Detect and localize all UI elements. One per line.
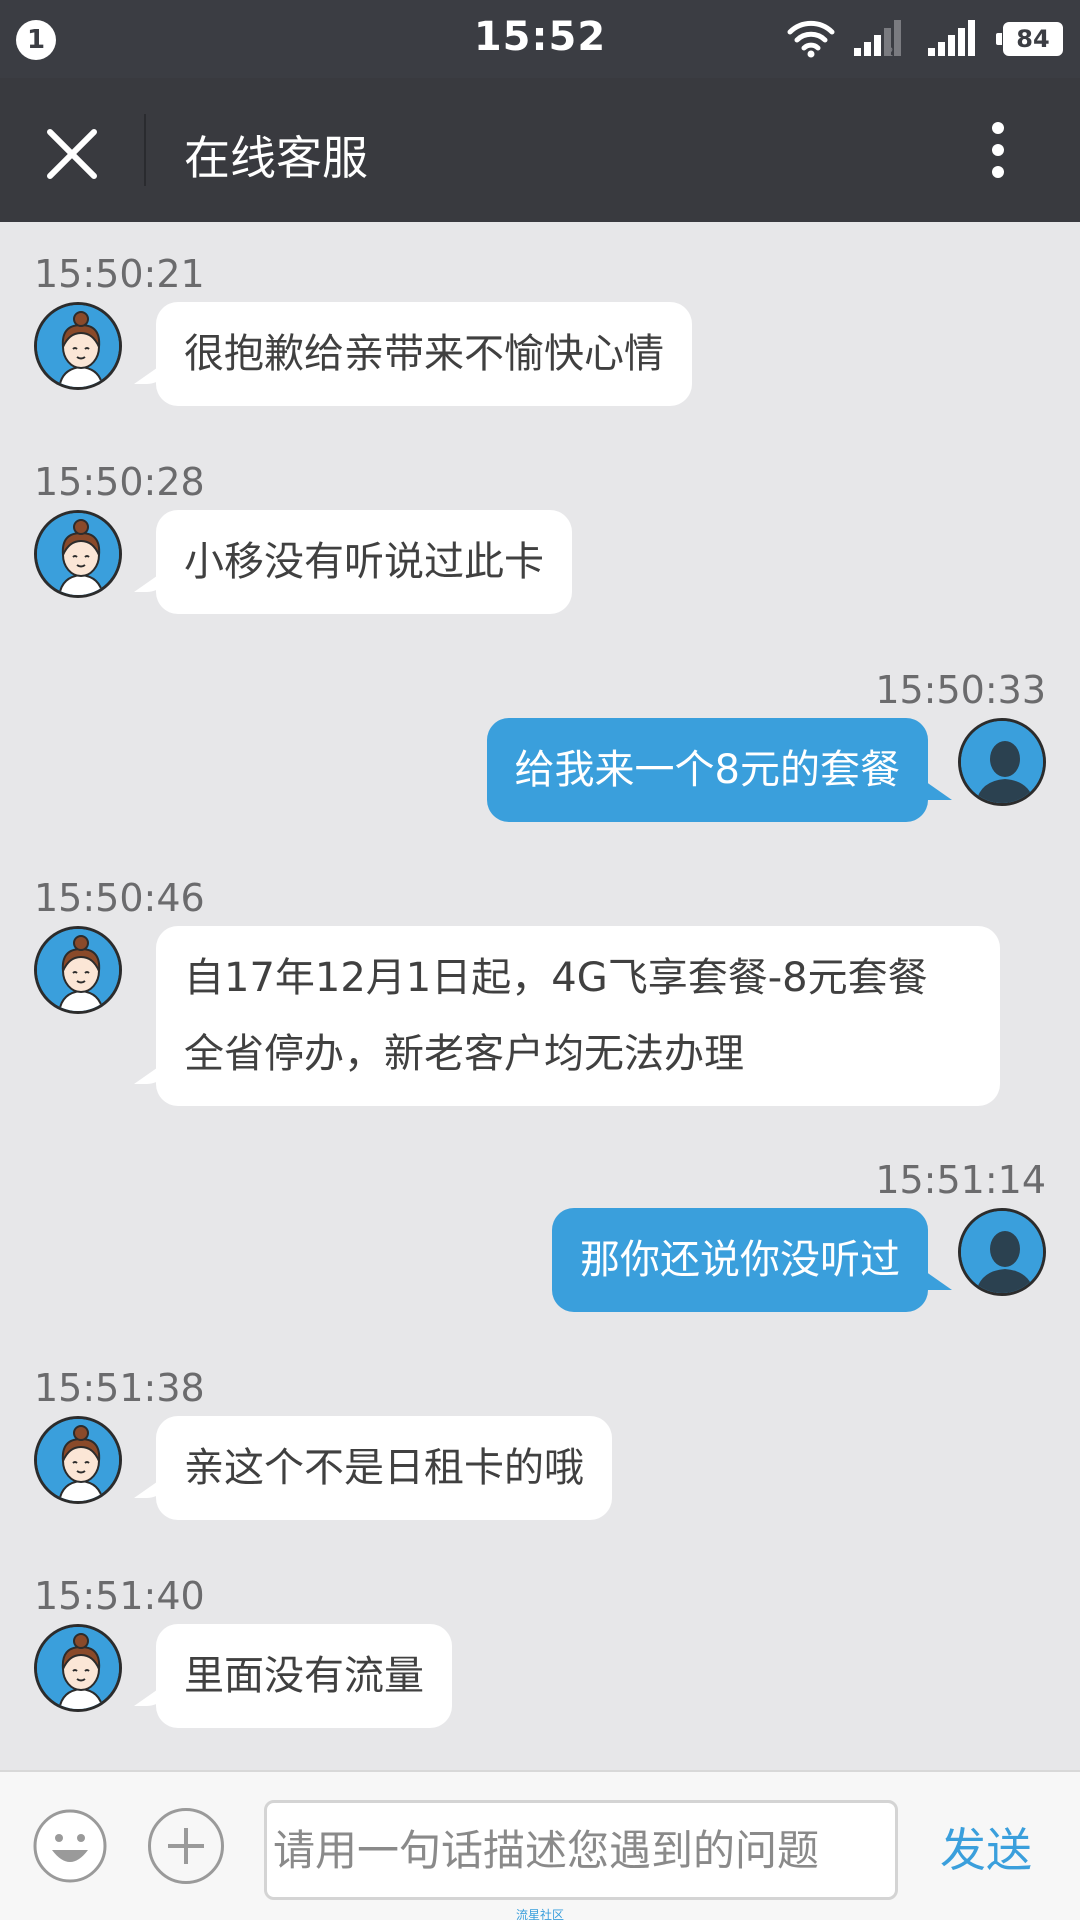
message-timestamp: 15:50:46 bbox=[34, 876, 205, 920]
more-vertical-icon[interactable] bbox=[968, 114, 1028, 186]
user-message-bubble: 那你还说你没听过 bbox=[552, 1208, 928, 1312]
agent-avatar bbox=[34, 1624, 122, 1712]
signal-sim2-icon: 2 bbox=[854, 20, 901, 58]
close-icon[interactable] bbox=[30, 112, 114, 196]
message-timestamp: 15:51:40 bbox=[34, 1574, 205, 1618]
user-message-bubble: 给我来一个8元的套餐 bbox=[486, 718, 928, 822]
message-timestamp: 15:50:33 bbox=[875, 668, 1046, 712]
agent-avatar bbox=[34, 302, 122, 390]
user-avatar bbox=[958, 718, 1046, 806]
agent-message-bubble: 很抱歉给亲带来不愉快心情 bbox=[156, 302, 692, 406]
page-title: 在线客服 bbox=[184, 131, 368, 185]
message-timestamp: 15:51:14 bbox=[875, 1158, 1046, 1202]
add-attachment-icon[interactable] bbox=[148, 1808, 224, 1884]
chat-area[interactable]: 15:50:21 很抱歉给亲带来不愉快心情 15:50:28 小移没有听说过此卡… bbox=[0, 222, 1080, 1770]
status-time: 15:52 bbox=[473, 14, 607, 60]
agent-avatar bbox=[34, 1416, 122, 1504]
message-input[interactable] bbox=[264, 1800, 898, 1900]
watermark: 流星社区 bbox=[515, 1908, 564, 1920]
input-bar: 发送 流星社区 bbox=[0, 1770, 1080, 1920]
message-line: 全省停办，新老客户均无法办理 bbox=[184, 1031, 744, 1077]
signal-sim1-icon bbox=[928, 20, 975, 56]
message-timestamp: 15:50:21 bbox=[34, 252, 205, 296]
title-divider bbox=[144, 114, 146, 186]
message-line: 自17年12月1日起，4G飞享套餐-8元套餐 bbox=[184, 955, 928, 1001]
user-avatar bbox=[958, 1208, 1046, 1296]
title-bar: 在线客服 bbox=[0, 78, 1080, 222]
agent-message-bubble: 亲这个不是日租卡的哦 bbox=[156, 1416, 612, 1520]
battery-indicator: 84 bbox=[996, 22, 1063, 56]
agent-message-bubble: 自17年12月1日起，4G飞享套餐-8元套餐 全省停办，新老客户均无法办理 bbox=[156, 926, 1000, 1106]
send-button[interactable]: 发送 bbox=[940, 1814, 1032, 1880]
agent-message-bubble: 小移没有听说过此卡 bbox=[156, 510, 572, 614]
sim-label: 2 bbox=[886, 45, 894, 58]
agent-message-bubble: 里面没有流量 bbox=[156, 1624, 452, 1728]
status-bar: 1 15:52 2 84 bbox=[0, 0, 1080, 78]
message-timestamp: 15:51:38 bbox=[34, 1366, 205, 1410]
emoji-icon[interactable] bbox=[32, 1808, 108, 1884]
message-timestamp: 15:50:28 bbox=[34, 460, 205, 504]
agent-avatar bbox=[34, 926, 122, 1014]
agent-avatar bbox=[34, 510, 122, 598]
wifi-icon bbox=[787, 20, 835, 58]
